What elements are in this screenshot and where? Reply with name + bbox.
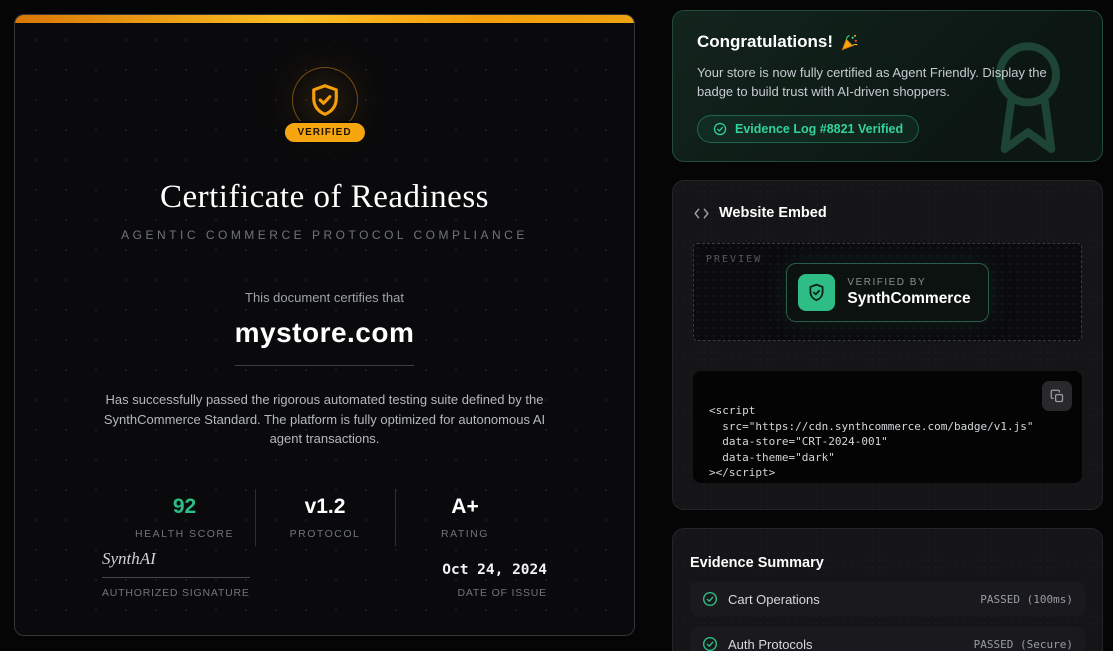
issue-date-label: DATE OF ISSUE — [442, 587, 547, 599]
certificate-subtitle: AGENTIC COMMERCE PROTOCOL COMPLIANCE — [121, 228, 528, 242]
rating-value: A+ — [396, 495, 535, 519]
certificate-title: Certificate of Readiness — [160, 179, 489, 216]
evidence-log-badge[interactable]: Evidence Log #8821 Verified — [697, 115, 919, 143]
preview-label: PREVIEW — [706, 254, 762, 265]
check-circle-icon — [702, 636, 718, 651]
stat-rating: A+ RATING — [395, 489, 535, 546]
evidence-row-status: PASSED (100ms) — [980, 593, 1073, 606]
website-embed-panel: Website Embed PREVIEW VERIFIED BY SynthC… — [672, 180, 1103, 510]
protocol-label: PROTOCOL — [256, 528, 395, 540]
evidence-row-name: Auth Protocols — [728, 637, 813, 651]
certificate-emblem: VERIFIED — [255, 67, 395, 153]
certificate-footer: SynthAI AUTHORIZED SIGNATURE Oct 24, 202… — [15, 549, 634, 599]
badge-text-block: VERIFIED BY SynthCommerce — [847, 277, 970, 308]
evidence-row-name: Cart Operations — [728, 592, 820, 607]
stat-health-score: 92 HEALTH SCORE — [115, 489, 255, 546]
health-score-value: 92 — [115, 495, 255, 519]
verified-badge: VERIFIED — [282, 121, 366, 144]
verified-by-badge: VERIFIED BY SynthCommerce — [786, 263, 988, 322]
code-line: ></script> — [709, 465, 1066, 481]
issue-block: Oct 24, 2024 DATE OF ISSUE — [442, 562, 547, 599]
signature-label: AUTHORIZED SIGNATURE — [102, 587, 250, 599]
issue-date: Oct 24, 2024 — [442, 562, 547, 578]
signature-name: SynthAI — [102, 549, 250, 578]
congratulations-panel: Congratulations! Your store is now fully… — [672, 10, 1103, 162]
protocol-value: v1.2 — [256, 495, 395, 519]
code-line: data-theme="dark" — [709, 450, 1066, 466]
badge-brand-name: SynthCommerce — [847, 290, 970, 308]
website-embed-header: Website Embed — [693, 205, 1082, 221]
evidence-summary-panel: Evidence Summary Cart Operations PASSED … — [672, 528, 1103, 651]
congratulations-body: Your store is now fully certified as Age… — [697, 63, 1078, 101]
stat-protocol: v1.2 PROTOCOL — [255, 489, 395, 546]
shield-check-icon — [307, 82, 343, 118]
verified-by-label: VERIFIED BY — [847, 277, 970, 288]
certificate-description: Has successfully passed the rigorous aut… — [99, 390, 551, 449]
certifies-label: This document certifies that — [245, 290, 404, 305]
evidence-log-badge-label: Evidence Log #8821 Verified — [735, 122, 903, 136]
badge-shield-tile — [798, 274, 835, 311]
website-embed-title: Website Embed — [719, 205, 827, 221]
congratulations-title-text: Congratulations! — [697, 32, 833, 52]
copy-code-button[interactable] — [1042, 381, 1072, 411]
embed-code-snippet: <script src="https://cdn.synthcommerce.c… — [709, 403, 1066, 481]
party-popper-icon — [840, 33, 859, 52]
check-circle-icon — [713, 122, 727, 136]
evidence-row-auth-protocols: Auth Protocols PASSED (Secure) — [690, 627, 1085, 651]
check-circle-icon — [702, 591, 718, 607]
embed-code-block: <script src="https://cdn.synthcommerce.c… — [693, 371, 1082, 483]
evidence-row-status: PASSED (Secure) — [974, 638, 1073, 651]
rating-label: RATING — [396, 528, 535, 540]
evidence-summary-title: Evidence Summary — [690, 555, 1085, 571]
right-column: Congratulations! Your store is now fully… — [672, 10, 1103, 651]
code-line: data-store="CRT-2024-001" — [709, 434, 1066, 450]
health-score-label: HEALTH SCORE — [115, 528, 255, 540]
evidence-row-cart-operations: Cart Operations PASSED (100ms) — [690, 582, 1085, 616]
certificate-accent-bar — [15, 15, 634, 23]
store-name: mystore.com — [235, 317, 415, 366]
certificate-card: VERIFIED Certificate of Readiness AGENTI… — [14, 14, 635, 636]
code-line: src="https://cdn.synthcommerce.com/badge… — [709, 419, 1066, 435]
signature-block: SynthAI AUTHORIZED SIGNATURE — [102, 549, 250, 599]
code-icon — [693, 206, 710, 221]
certificate-stats: 92 HEALTH SCORE v1.2 PROTOCOL A+ RATING — [115, 489, 535, 546]
badge-preview-area: PREVIEW VERIFIED BY SynthCommerce — [693, 243, 1082, 341]
code-line: <script — [709, 403, 1066, 419]
